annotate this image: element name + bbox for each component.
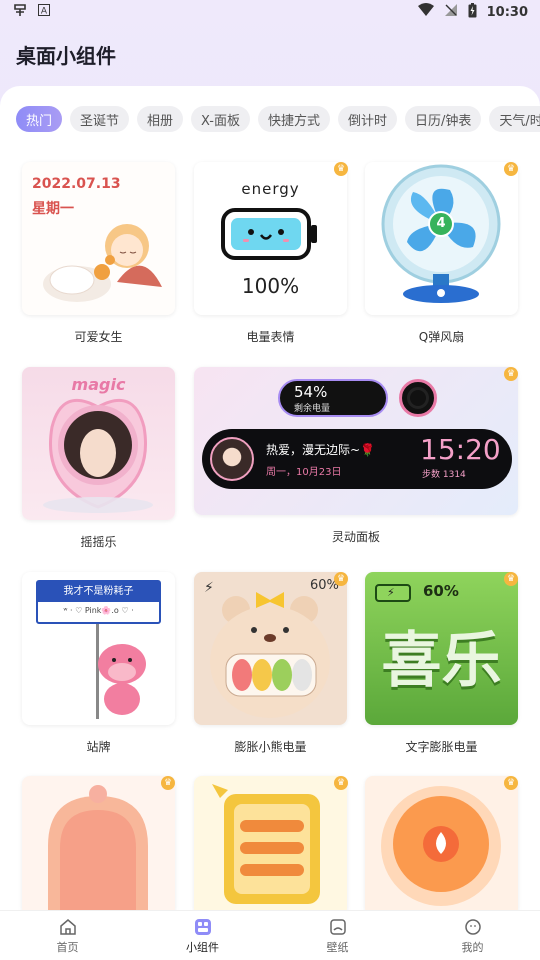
nav-widgets[interactable]: 小组件 <box>135 911 270 960</box>
battery-charging-icon <box>468 2 477 22</box>
nav-home[interactable]: 首页 <box>0 911 135 960</box>
girl-with-sheep-illustration <box>43 224 162 302</box>
tab-countdown[interactable]: 倒计时 <box>338 106 398 132</box>
svg-text:A: A <box>41 7 48 17</box>
battery-face-percent: 100% <box>241 274 300 298</box>
premium-crown-icon: ♛ <box>161 776 175 790</box>
premium-crown-icon: ♛ <box>504 367 518 381</box>
main-content: 热门 圣诞节 相册 X-面板 快捷方式 倒计时 日历/钟表 天气/时 2022.… <box>0 86 540 910</box>
nav-home-label: 首页 <box>56 940 79 954</box>
tab-x-panel[interactable]: X-面板 <box>191 106 250 132</box>
beaver-illustration <box>96 624 146 719</box>
nav-widgets-label: 小组件 <box>186 940 219 954</box>
widget-heater-grill[interactable] <box>194 776 347 910</box>
tab-shortcuts[interactable]: 快捷方式 <box>258 106 331 132</box>
fan-number: 4 <box>436 216 446 231</box>
heater-arch-illustration <box>48 785 148 910</box>
app-notification-icon <box>12 2 28 22</box>
signal-off-icon <box>444 3 458 21</box>
sign-board: 我才不是粉耗子 ʷ · ♡ Pink🌸.o ♡ · <box>36 580 161 624</box>
premium-crown-icon: ♛ <box>334 162 348 176</box>
fan-illustration <box>381 164 501 303</box>
caption-bear: 膨胀小熊电量 <box>234 740 307 754</box>
caption-fan: Q弹风扇 <box>418 330 465 344</box>
nav-wallpaper[interactable]: 壁纸 <box>270 911 405 960</box>
caption-battery-face: 电量表情 <box>246 330 295 344</box>
magic-text: magic <box>71 375 126 394</box>
tab-calendar-clock[interactable]: 日历/钟表 <box>405 106 482 132</box>
sign-sub: ʷ · ♡ Pink🌸.o ♡ · <box>63 606 134 615</box>
widgets-icon <box>194 918 211 935</box>
wifi-icon <box>417 3 434 21</box>
nav-profile-label: 我的 <box>461 940 484 954</box>
status-bar: A 10:30 <box>0 0 540 24</box>
wallpaper-icon <box>329 918 346 935</box>
battery-face-icon <box>221 208 317 260</box>
text-inflate-percent: 60% <box>423 582 459 600</box>
widget-rocker[interactable]: magic <box>22 367 175 520</box>
text-inflate-word: 喜乐 <box>381 626 502 696</box>
widget-heater-arch[interactable] <box>22 776 175 910</box>
widget-text-inflate[interactable]: ⚡ 60% 喜乐 <box>365 572 518 725</box>
status-right: 10:30 <box>417 2 528 22</box>
caption-cute-girl: 可爱女生 <box>74 330 123 344</box>
sign-title: 我才不是粉耗子 <box>38 582 159 602</box>
home-icon <box>59 918 76 935</box>
battery-pill-label: 剩余电量 <box>294 404 331 414</box>
heater-round-illustration <box>381 786 501 906</box>
panel-steps: 步数 1314 <box>422 470 466 480</box>
caption-text-inflate: 文字膨胀电量 <box>405 740 478 754</box>
battery-pill-percent: 54% <box>294 383 328 401</box>
category-tabs: 热门 圣诞节 相册 X-面板 快捷方式 倒计时 日历/钟表 天气/时 <box>16 106 540 132</box>
bear-battery-illustration <box>210 592 330 718</box>
caption-dynamic-panel: 灵动面板 <box>331 530 380 544</box>
nav-wallpaper-label: 壁纸 <box>326 940 349 954</box>
tab-hot[interactable]: 热门 <box>16 106 63 132</box>
widget-cute-girl[interactable]: 2022.07.13 星期一 <box>22 162 175 315</box>
panel-pill: 热爱，漫无边际~🌹 周一，10月23日 15:20 步数 1314 <box>202 429 512 489</box>
keyboard-icon: A <box>38 4 50 20</box>
status-time: 10:30 <box>486 4 528 20</box>
page-title: 桌面小组件 <box>16 44 116 68</box>
tab-christmas[interactable]: 圣诞节 <box>70 106 130 132</box>
widget-fan[interactable]: 4 <box>365 162 518 315</box>
widget-bear[interactable]: ⚡ 60% <box>194 572 347 725</box>
premium-crown-icon: ♛ <box>334 572 348 586</box>
premium-crown-icon: ♛ <box>334 776 348 790</box>
panel-slogan: 热爱，漫无边际~🌹 <box>266 443 375 457</box>
nav-profile[interactable]: 我的 <box>405 911 540 960</box>
premium-crown-icon: ♛ <box>504 572 518 586</box>
avatar <box>210 437 254 481</box>
heater-grill-illustration <box>212 784 320 904</box>
caption-rocker: 摇摇乐 <box>80 535 117 549</box>
panel-time: 15:20 <box>420 433 501 466</box>
widget-heater-round[interactable] <box>365 776 518 910</box>
caption-sign: 站牌 <box>86 740 111 754</box>
profile-icon <box>464 918 481 935</box>
ring-indicator <box>399 379 437 417</box>
bottom-nav: 首页 小组件 壁纸 我的 <box>0 910 540 960</box>
premium-crown-icon: ♛ <box>504 776 518 790</box>
premium-crown-icon: ♛ <box>504 162 518 176</box>
tab-album[interactable]: 相册 <box>137 106 184 132</box>
widget-dynamic-panel[interactable]: 54% 剩余电量 热爱，漫无边际~🌹 周一，10月23日 15:20 步数 13… <box>194 367 518 515</box>
battery-pill: 54% 剩余电量 <box>278 379 388 417</box>
status-left: A <box>12 2 50 22</box>
panel-date: 周一，10月23日 <box>266 467 342 478</box>
energy-word: energy <box>241 180 300 198</box>
widget-sign[interactable]: 我才不是粉耗子 ʷ · ♡ Pink🌸.o ♡ · <box>22 572 175 725</box>
battery-small-icon: ⚡ <box>375 584 411 602</box>
widget-battery-face[interactable]: energy 100% <box>194 162 347 315</box>
tab-weather[interactable]: 天气/时 <box>489 106 540 132</box>
